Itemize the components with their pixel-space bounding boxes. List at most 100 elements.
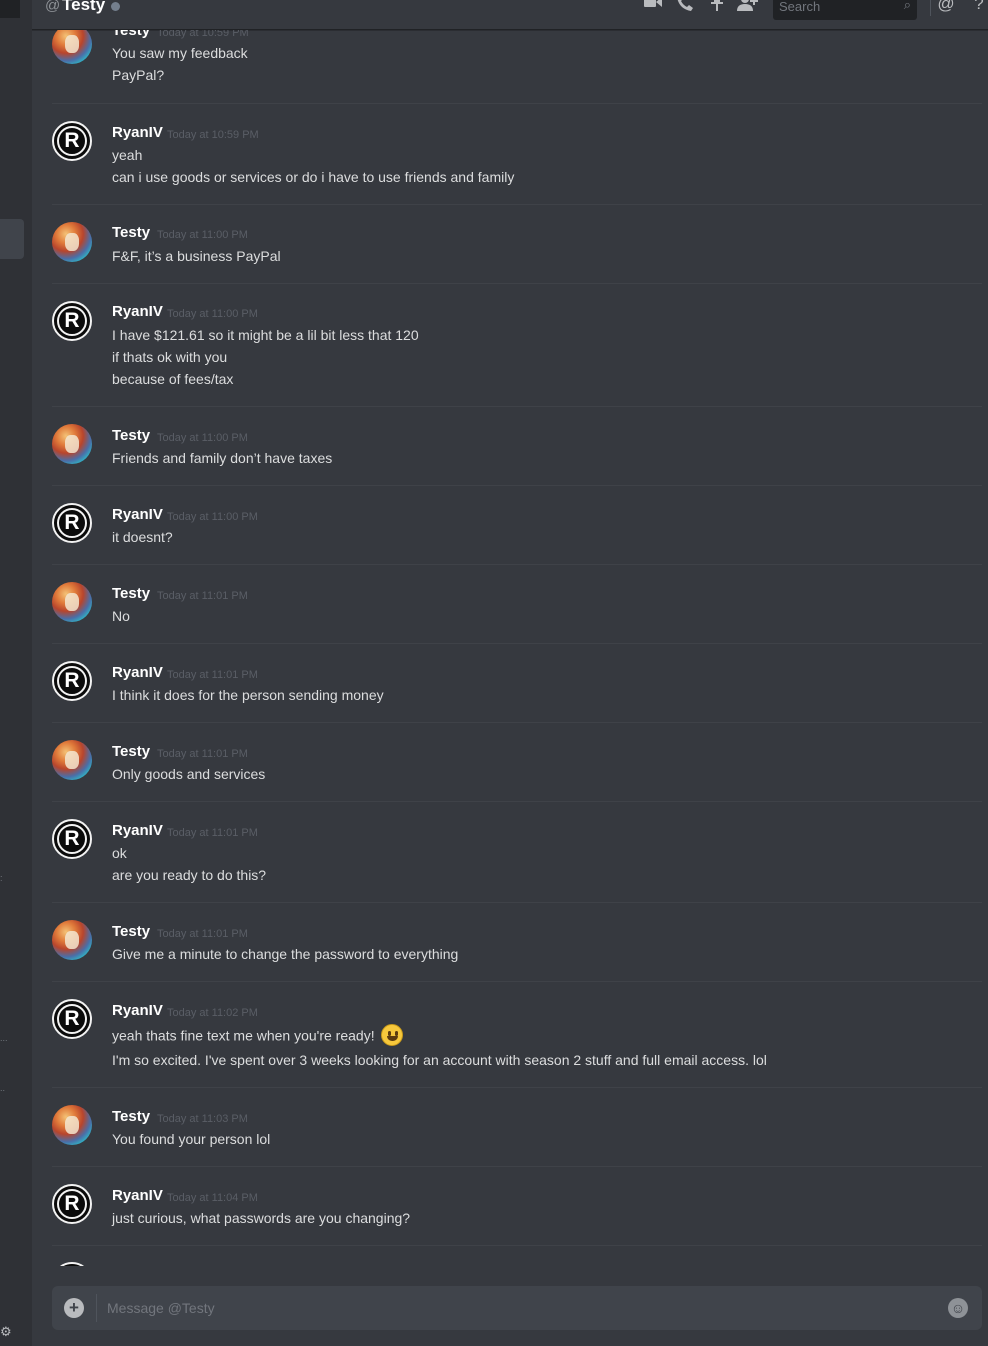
message-timestamp: Today at 11:00 PM	[167, 511, 258, 523]
message-line: I have $121.61 so it might be a lil bit …	[112, 327, 419, 343]
message-timestamp: Today at 11:01 PM	[157, 590, 248, 602]
message-group: Testy Today at 10:59 PM You saw my feedb…	[52, 30, 982, 104]
emoji-picker-icon[interactable]: ☺	[948, 1298, 968, 1318]
message-line: if thats ok with you	[112, 349, 228, 365]
message-author[interactable]: Testy	[112, 224, 150, 241]
message-author[interactable]: Testy	[112, 585, 150, 602]
at-icon: @	[45, 0, 61, 14]
message-line: Only goods and services	[112, 766, 266, 782]
message-group: R RyanIV Today at 11:02 PM yeah thats fi…	[52, 982, 982, 1088]
message-author[interactable]: Testy	[112, 743, 150, 760]
message-line: F&F, it’s a business PayPal	[112, 248, 281, 264]
composer-divider	[96, 1294, 97, 1322]
message-list[interactable]: Testy Today at 10:59 PM You saw my feedb…	[52, 30, 982, 1266]
message-author[interactable]: RyanIV	[112, 664, 163, 681]
sidebar-top-block	[0, 0, 20, 18]
sidebar-strip: : ... .. ⚙	[0, 0, 32, 1346]
message-line: because of fees/tax	[112, 371, 234, 387]
sidebar-fragment: ..	[0, 1083, 6, 1093]
avatar[interactable]	[52, 582, 92, 622]
message-group: R RyanIV Today at 11:00 PM I have $121.6…	[52, 284, 982, 407]
search-input[interactable]: Search ⌕	[773, 0, 917, 20]
recipient-name: Testy	[62, 0, 106, 14]
message-author[interactable]: Testy	[112, 923, 150, 940]
video-icon[interactable]	[642, 0, 664, 12]
message-timestamp: Today at 11:04 PM	[167, 1192, 258, 1204]
message-line: it doesnt?	[112, 529, 173, 545]
mention-icon[interactable]: @	[935, 0, 957, 13]
message-line: ok	[112, 845, 127, 861]
call-icon[interactable]	[674, 0, 696, 12]
message-group: Testy Today at 11:01 PM Only goods and s…	[52, 723, 982, 802]
message-group: R RyanIV Today at 10:59 PM yeah can i us…	[52, 104, 982, 205]
message-timestamp: Today at 11:01 PM	[157, 748, 248, 760]
message-line: You saw my feedback	[112, 45, 248, 61]
message-group: R RyanIV Today at 11:01 PM I think it do…	[52, 644, 982, 723]
message-input[interactable]	[107, 1298, 927, 1318]
message-text: yeah thats fine text me when you're read…	[112, 1027, 375, 1044]
message-timestamp: Today at 11:00 PM	[167, 308, 258, 320]
message-group: R RyanIV Today at 11:04 PM just curious,…	[52, 1167, 982, 1246]
message-group: Testy Today at 11:00 PM Friends and fami…	[52, 407, 982, 486]
pin-icon[interactable]	[706, 0, 728, 12]
avatar[interactable]	[52, 30, 92, 64]
avatar[interactable]: R	[52, 1262, 92, 1266]
message-line: are you ready to do this?	[112, 867, 267, 883]
avatar[interactable]: R	[52, 121, 92, 161]
help-icon[interactable]: ?	[968, 0, 988, 13]
search-icon: ⌕	[903, 0, 911, 12]
message-author[interactable]: Testy	[112, 30, 150, 39]
avatar[interactable]	[52, 1105, 92, 1145]
message-timestamp: Today at 11:00 PM	[157, 229, 248, 241]
message-line: can i use goods or services or do i have…	[112, 169, 515, 185]
message-author[interactable]: Testy	[112, 1108, 150, 1125]
message-author[interactable]: RyanIV	[112, 1002, 163, 1019]
message-timestamp: Today at 10:59 PM	[167, 129, 259, 141]
avatar[interactable]	[52, 740, 92, 780]
avatar[interactable]: R	[52, 301, 92, 341]
message-author[interactable]: RyanIV	[112, 822, 163, 839]
message-timestamp: Today at 11:00 PM	[157, 432, 248, 444]
message-author[interactable]: RyanIV	[112, 1187, 163, 1204]
message-author[interactable]: RyanIV	[112, 303, 163, 320]
channel-header: @ Testy Search ⌕ @ ?	[32, 0, 988, 30]
sidebar-selected-item[interactable]	[0, 219, 24, 259]
search-placeholder: Search	[779, 0, 821, 14]
gear-icon[interactable]: ⚙	[0, 1324, 14, 1340]
message-line: yeah	[112, 147, 143, 163]
message-timestamp: Today at 11:01 PM	[167, 669, 258, 681]
avatar[interactable]	[52, 222, 92, 262]
message-line: yeah thats fine text me when you're read…	[112, 1024, 403, 1048]
message-line: I'm so excited. I've spent over 3 weeks …	[112, 1052, 767, 1068]
message-timestamp: Today at 11:03 PM	[157, 1113, 248, 1125]
add-friend-icon[interactable]	[736, 0, 758, 12]
message-author[interactable]: Testy	[112, 427, 150, 444]
avatar[interactable]: R	[52, 999, 92, 1039]
message-group: Testy Today at 11:00 PM F&F, it’s a busi…	[52, 205, 982, 284]
message-line: just curious, what passwords are you cha…	[112, 1210, 411, 1226]
avatar[interactable]: R	[52, 661, 92, 701]
message-timestamp: Today at 11:01 PM	[157, 928, 248, 940]
sidebar-fragment: ...	[0, 1033, 8, 1043]
message-group: R RyanIV Today at 11:00 PM it doesnt?	[52, 486, 982, 565]
status-indicator	[111, 2, 120, 11]
avatar[interactable]	[52, 920, 92, 960]
avatar[interactable]: R	[52, 503, 92, 543]
avatar[interactable]: R	[52, 1184, 92, 1224]
sidebar-fragment: :	[0, 873, 3, 883]
message-line: I think it does for the person sending m…	[112, 687, 384, 703]
message-composer: + ☺	[52, 1286, 982, 1330]
message-line: You found your person lol	[112, 1131, 271, 1147]
message-author[interactable]: RyanIV	[112, 506, 163, 523]
message-group: Testy Today at 11:01 PM No	[52, 565, 982, 644]
message-author[interactable]: RyanIV	[112, 124, 163, 141]
smiley-emoji-icon	[380, 1024, 403, 1046]
header-divider	[930, 0, 931, 16]
message-line: Friends and family don’t have taxes	[112, 450, 333, 466]
add-attachment-icon[interactable]: +	[64, 1298, 84, 1318]
message-group: R RyanIV Today at 11:01 PM ok are you re…	[52, 802, 982, 903]
avatar[interactable]	[52, 424, 92, 464]
message-line: Give me a minute to change the password …	[112, 946, 459, 962]
message-group: Testy Today at 11:01 PM Give me a minute…	[52, 903, 982, 982]
avatar[interactable]: R	[52, 819, 92, 859]
